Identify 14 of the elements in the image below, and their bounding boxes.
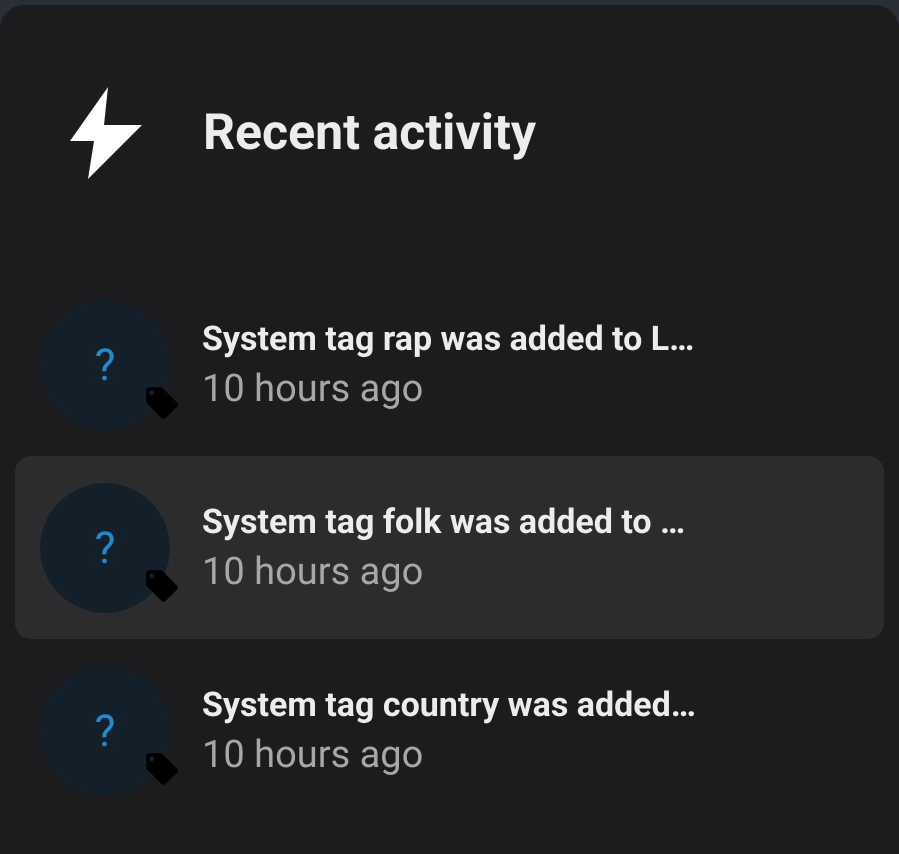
panel-title: Recent activity	[203, 108, 536, 158]
activity-title: System tag folk was added to …	[202, 504, 686, 538]
activity-title: System tag rap was added to L…	[202, 322, 694, 356]
activity-time: 10 hours ago	[202, 370, 424, 408]
activity-item[interactable]: ? System tag folk was added to … 10 hours ago	[15, 456, 884, 639]
activity-time: 10 hours ago	[202, 552, 424, 590]
activity-item[interactable]: ? System tag country was added… 10 hours ago	[15, 639, 884, 822]
lightning-bolt-icon	[70, 87, 142, 179]
activity-item[interactable]: ? System tag rap was added to L… 10 hours ago	[15, 273, 884, 456]
activity-title: System tag country was added…	[202, 688, 696, 722]
activity-time: 10 hours ago	[202, 736, 424, 774]
avatar-placeholder: ?	[94, 342, 116, 386]
avatar-placeholder: ?	[94, 526, 116, 570]
avatar-placeholder: ?	[94, 708, 116, 752]
